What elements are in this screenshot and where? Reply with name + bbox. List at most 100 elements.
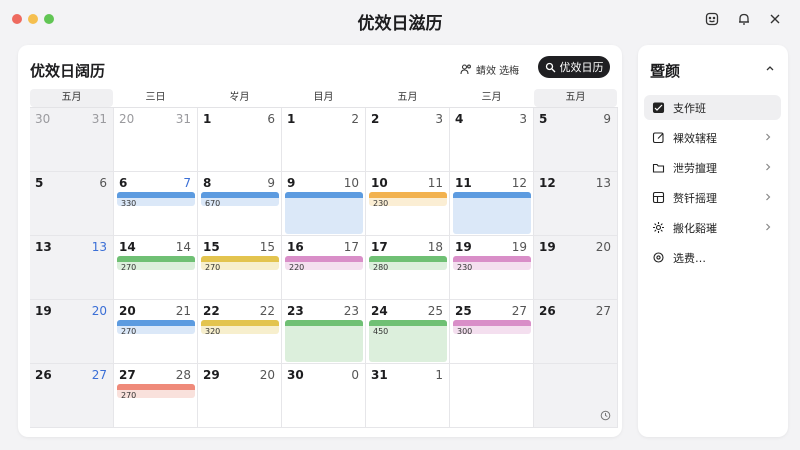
calendar-title: 优效日阔历 — [30, 62, 106, 80]
day-cell[interactable]: 30 31 — [30, 108, 114, 172]
day-secondary-number: 3 — [519, 112, 527, 126]
event-time: 270 — [205, 263, 221, 270]
day-secondary-number: 9 — [603, 112, 611, 126]
sidebar-item[interactable]: 选费… — [644, 245, 781, 270]
calendar-event[interactable]: 300 — [453, 320, 531, 334]
day-secondary-number: 6 — [267, 112, 275, 126]
event-time: 300 — [457, 327, 473, 334]
day-cell[interactable]: 12 — [282, 108, 366, 172]
clock-icon[interactable] — [600, 410, 611, 421]
event-color-bar — [117, 384, 195, 390]
calendar-event[interactable] — [453, 192, 531, 234]
day-cell[interactable]: 26 27 — [534, 300, 618, 364]
day-secondary-number: 31 — [175, 112, 191, 126]
day-cell[interactable]: 31 1 — [366, 364, 450, 428]
day-number: 1 — [203, 112, 212, 126]
sidebar-item[interactable]: 赘钎摇理 — [644, 185, 781, 210]
day-number: 14 — [119, 240, 136, 254]
sidebar-item[interactable]: 泄劳擅理 — [644, 155, 781, 180]
day-number: 13 — [35, 240, 52, 254]
board-icon — [652, 191, 665, 204]
day-cell[interactable]: 12 13 — [534, 172, 618, 236]
event-color-bar — [453, 320, 531, 326]
day-cell[interactable]: 43 — [450, 108, 534, 172]
event-color-bar — [117, 192, 195, 198]
day-number: 30 — [35, 112, 51, 126]
weekday-label: 五月 — [534, 89, 617, 107]
calendar-event[interactable]: 270 — [117, 320, 195, 334]
calendar-panel: 优效日阔历 蜻效 选梅 优效日历 五月 三日 㞮月 目月 五月 三月 五月 30 31 20 31… — [18, 45, 622, 437]
calendar-primary-button[interactable]: 优效日历 — [538, 56, 610, 78]
day-number: 6 — [119, 176, 128, 190]
weekday-label: 㞮月 — [229, 92, 250, 103]
day-number: 20 — [119, 304, 136, 318]
day-cell[interactable]: 26 27 — [30, 364, 114, 428]
close-icon[interactable] — [766, 10, 784, 28]
day-cell[interactable]: 59 — [534, 108, 618, 172]
smile-icon[interactable] — [703, 10, 721, 28]
day-cell[interactable] — [450, 364, 534, 428]
sidebar-item[interactable]: 搬化谿璀 — [644, 215, 781, 240]
day-secondary-number: 15 — [259, 240, 275, 254]
day-number: 4 — [455, 112, 464, 126]
day-cell[interactable] — [534, 364, 618, 428]
folder-icon — [652, 163, 665, 173]
weekday-label: 五月 — [30, 89, 113, 107]
sidebar-item[interactable]: 裸效辖程 — [644, 125, 781, 150]
calendar-event[interactable]: 270 — [117, 256, 195, 270]
day-cell[interactable]: 29 20 — [198, 364, 282, 428]
day-number: 26 — [539, 304, 556, 318]
event-color-bar — [285, 192, 363, 198]
weekday-label: 五月 — [397, 92, 418, 103]
calendar-event[interactable]: 450 — [369, 320, 447, 362]
bell-icon[interactable] — [735, 10, 753, 28]
event-color-bar — [453, 256, 531, 262]
day-secondary-number: 17 — [343, 240, 359, 254]
sidebar-item-label: 赘钎摇理 — [673, 191, 717, 205]
month-grid: 30 31 20 31 1 6 1 2 2 3 4 3 5 9 5 6 6 7 8 9 9 10 10 11 11 12 12 13 1… — [30, 107, 618, 429]
day-cell[interactable]: 56 — [30, 172, 114, 236]
day-cell[interactable]: 20 31 — [114, 108, 198, 172]
day-cell[interactable]: 16 — [198, 108, 282, 172]
event-color-bar — [201, 320, 279, 326]
calendar-event[interactable]: 670 — [201, 192, 279, 206]
calendar-event[interactable] — [285, 192, 363, 234]
day-number: 27 — [119, 368, 136, 382]
event-color-bar — [453, 192, 531, 198]
chevron-right-icon — [763, 192, 773, 202]
sidebar-item-label: 搬化谿璀 — [673, 221, 717, 235]
day-number: 17 — [371, 240, 388, 254]
day-cell[interactable]: 30 0 — [282, 364, 366, 428]
day-secondary-number: 23 — [343, 304, 359, 318]
calendar-event[interactable]: 320 — [201, 320, 279, 334]
event-color-bar — [201, 256, 279, 262]
calendar-event[interactable]: 270 — [117, 384, 195, 398]
event-color-bar — [117, 256, 195, 262]
day-secondary-number: 3 — [435, 112, 443, 126]
calendar-event[interactable]: 270 — [201, 256, 279, 270]
calendar-event[interactable]: 330 — [117, 192, 195, 206]
day-secondary-number: 27 — [511, 304, 527, 318]
calendar-event[interactable]: 280 — [369, 256, 447, 270]
day-number: 2 — [371, 112, 380, 126]
day-cell[interactable]: 23 — [366, 108, 450, 172]
filter-button[interactable]: 蜻效 选梅 — [460, 60, 519, 78]
day-cell[interactable]: 19 20 — [534, 236, 618, 300]
day-secondary-number: 25 — [427, 304, 443, 318]
day-secondary-number: 27 — [595, 304, 611, 318]
calendar-event[interactable]: 220 — [285, 256, 363, 270]
day-number: 15 — [203, 240, 220, 254]
calendar-event[interactable]: 230 — [453, 256, 531, 270]
day-secondary-number: 28 — [175, 368, 191, 382]
event-time: 280 — [373, 263, 389, 270]
weekday-header: 五月 三日 㞮月 目月 五月 三月 五月 — [30, 89, 617, 107]
event-time: 270 — [121, 327, 137, 334]
chevron-up-icon[interactable] — [764, 62, 776, 74]
sidebar-item[interactable]: 支作班 — [644, 95, 781, 120]
calendar-event[interactable]: 230 — [369, 192, 447, 206]
day-cell[interactable]: 13 13 — [30, 236, 114, 300]
calendar-event[interactable] — [285, 320, 363, 362]
day-cell[interactable]: 19 20 — [30, 300, 114, 364]
event-color-bar — [285, 256, 363, 262]
edit-icon — [652, 132, 664, 144]
